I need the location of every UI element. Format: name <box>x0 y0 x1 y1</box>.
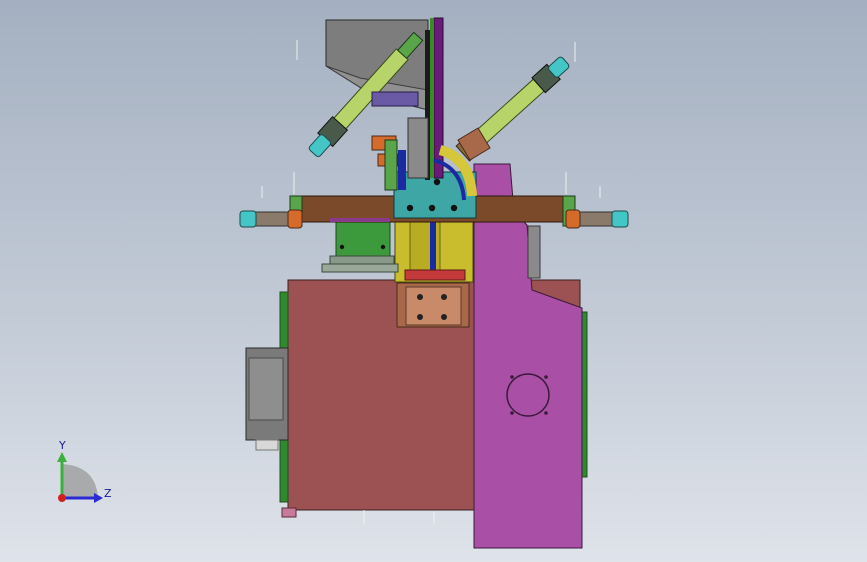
teal-bolt-2 <box>428 204 436 212</box>
green-mount-block[interactable] <box>335 221 391 257</box>
left-cylinder-ring <box>287 209 303 229</box>
mount-bolt-2 <box>380 244 386 250</box>
teal-bolt-3 <box>450 204 458 212</box>
coordinate-triad: Y Z <box>57 439 112 503</box>
right-gray-post <box>527 225 541 279</box>
right-cylinder-body[interactable] <box>574 211 616 227</box>
triad-plane <box>62 464 98 498</box>
machine-model[interactable] <box>0 0 867 562</box>
right-cylinder-cap <box>611 210 629 228</box>
gray-small-vert <box>407 117 429 179</box>
gray-cover-tab <box>255 439 279 451</box>
blue-small-vert <box>398 150 406 190</box>
green-small-vert <box>384 139 398 191</box>
green-rail-edge <box>430 18 434 178</box>
bolt-4 <box>441 314 447 320</box>
bolt-3 <box>417 314 423 320</box>
left-cylinder-cap <box>239 210 257 228</box>
red-bar <box>404 269 466 281</box>
cad-viewport[interactable]: Y Z <box>0 0 867 562</box>
bore-hole-3 <box>510 411 514 415</box>
x-axis-origin <box>58 494 66 502</box>
bore-hole-2 <box>544 375 548 379</box>
z-axis-arrowhead <box>94 493 103 503</box>
gray-rail-lower-2 <box>321 263 399 273</box>
purple-strip-arm <box>330 218 390 222</box>
teal-bolt-1 <box>406 204 414 212</box>
bolt-1 <box>417 294 423 300</box>
bore-hole-1 <box>510 375 514 379</box>
purple-small-block <box>371 91 419 107</box>
y-axis-arrowhead <box>57 452 67 462</box>
gray-rail-lower <box>329 255 395 265</box>
left-foot <box>281 507 297 518</box>
center-clamp-inner <box>405 286 462 326</box>
teal-bolt-4 <box>433 178 441 186</box>
gray-cover-inner <box>248 357 284 421</box>
bolt-2 <box>441 294 447 300</box>
right-cylinder-ring <box>565 209 581 229</box>
y-axis-label: Y <box>58 439 66 452</box>
mount-bolt-1 <box>339 244 345 250</box>
left-cylinder-body[interactable] <box>253 211 293 227</box>
bore-hole-4 <box>544 411 548 415</box>
z-axis-label: Z <box>104 487 112 500</box>
